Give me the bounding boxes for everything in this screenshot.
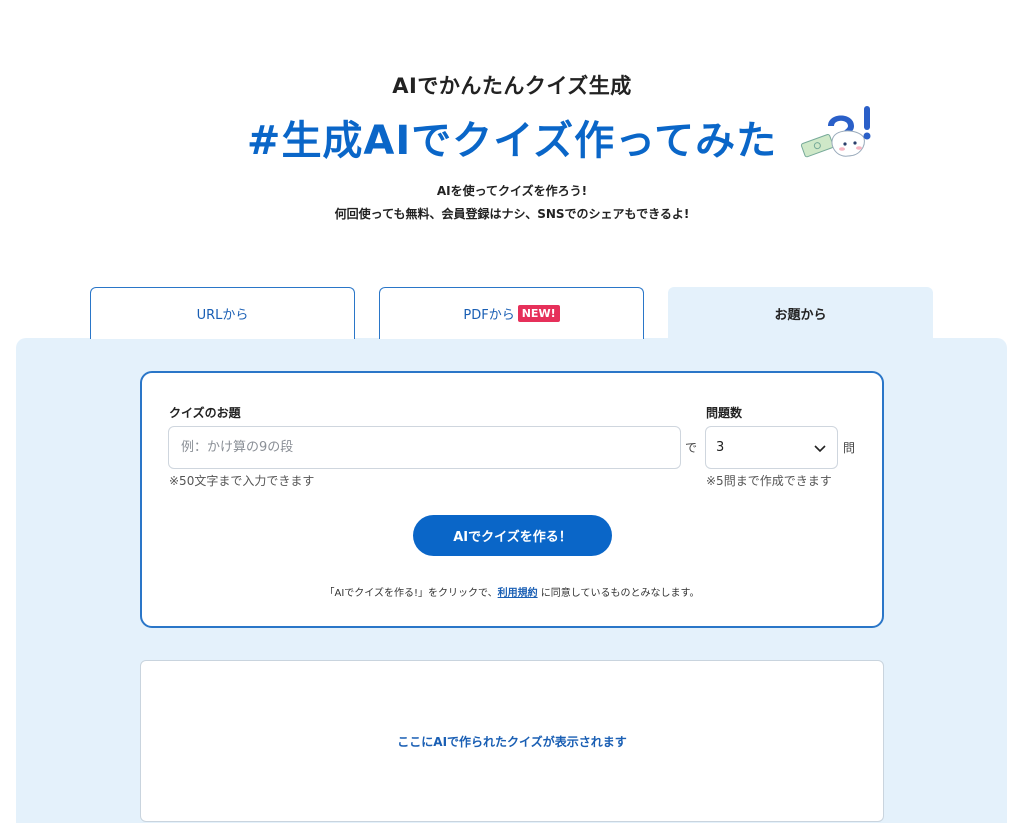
tab-pdf-label: PDFから (463, 308, 515, 323)
de-label: で (685, 441, 698, 455)
topic-label: クイズのお題 (169, 406, 241, 420)
topic-hint: ※50文字まで入力できます (169, 474, 315, 488)
tab-pdf[interactable]: PDFから NEW! (379, 287, 644, 339)
terms-prefix: 「AIでクイズを作る!」をクリックで、 (324, 588, 498, 599)
tab-url-label: URLから (196, 308, 249, 323)
terms-notice: 「AIでクイズを作る!」をクリックで、利用規約 に同意しているものとみなします。 (142, 584, 882, 599)
question-count-select[interactable]: 3 (705, 426, 838, 469)
terms-link[interactable]: 利用規約 (498, 588, 538, 599)
result-placeholder: ここにAIで作られたクイズが表示されます (397, 734, 627, 749)
quiz-result-card: ここにAIで作られたクイズが表示されます (140, 660, 884, 822)
question-mascot-icon (800, 106, 871, 158)
desc-line-2: 何回使っても無料、会員登録はナシ、SNSでのシェアもできるよ! (334, 207, 690, 221)
tab-topic-label: お題から (774, 307, 827, 323)
terms-suffix: に同意しているものとみなします。 (537, 588, 700, 599)
hero-description: AIを使ってクイズを作ろう! 何回使っても無料、会員登録はナシ、SNSでのシェア… (0, 180, 1024, 226)
new-badge: NEW! (517, 305, 560, 322)
desc-line-1: AIを使ってクイズを作ろう! (436, 184, 588, 198)
count-unit: 問 (843, 441, 856, 455)
count-hint: ※5問まで作成できます (706, 474, 832, 488)
chevron-down-icon (813, 441, 827, 455)
count-label: 問題数 (706, 406, 743, 420)
quiz-form-card: クイズのお題 問題数 で 3 問 ※50文字まで入力できます ※5問まで作成でき… (140, 371, 884, 628)
create-quiz-button[interactable]: AIでクイズを作る！ (413, 515, 612, 556)
hero-subtitle: AIでかんたんクイズ生成 (392, 74, 632, 98)
tab-topic[interactable]: お題から (668, 287, 933, 339)
question-count-value: 3 (716, 440, 725, 455)
tab-url[interactable]: URLから (90, 287, 355, 339)
topic-input[interactable] (168, 426, 681, 469)
